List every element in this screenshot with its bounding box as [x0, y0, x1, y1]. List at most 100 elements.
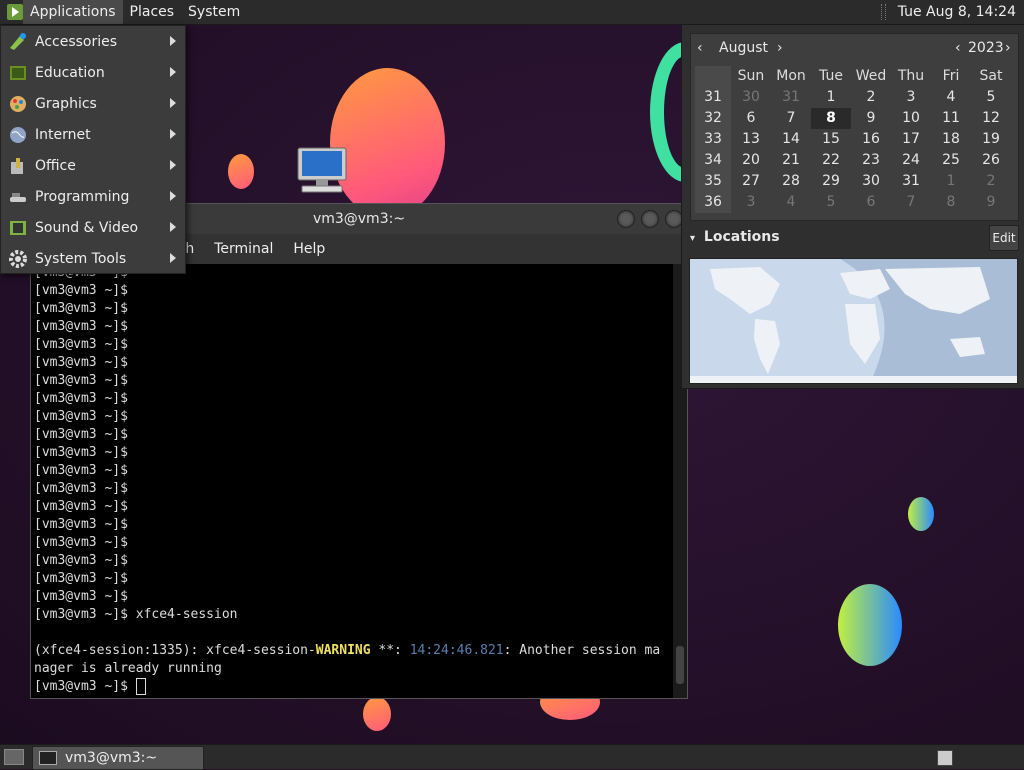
show-desktop-icon[interactable] [4, 749, 24, 765]
menu-item-label: Accessories [35, 33, 118, 50]
terminal-line: [vm3@vm3 ~]$ [34, 427, 128, 442]
calendar-day[interactable]: 1 [811, 87, 851, 108]
menu-item-programming[interactable]: Programming [1, 181, 185, 212]
calendar-day[interactable]: 13 [731, 129, 771, 150]
calendar-day[interactable]: 21 [771, 150, 811, 171]
calendar-day[interactable]: 31 [771, 87, 811, 108]
calendar-day[interactable]: 2 [971, 171, 1011, 192]
locations-label: Locations [703, 229, 780, 245]
applications-dropdown: Accessories Education Graphics Internet … [0, 25, 186, 274]
terminal-lines: [vm3@vm3 ~]$ [vm3@vm3 ~]$ [vm3@vm3 ~]$ [vm3… [34, 264, 673, 696]
calendar-day[interactable]: 5 [811, 192, 851, 213]
prev-month-icon[interactable]: ‹ [697, 40, 703, 56]
menu-item-label: Programming [35, 188, 130, 205]
menu-item-education[interactable]: Education [1, 57, 185, 88]
calendar-day[interactable]: 29 [811, 171, 851, 192]
calendar-day[interactable]: 25 [931, 150, 971, 171]
calendar-day[interactable]: 7 [771, 108, 811, 129]
calendar-day[interactable]: 15 [811, 129, 851, 150]
calendar-day[interactable]: 27 [731, 171, 771, 192]
submenu-arrow-icon [170, 129, 176, 139]
taskbar-window-label: vm3@vm3:~ [65, 750, 158, 766]
locations-header[interactable]: ▾ Locations [690, 229, 1017, 245]
minimize-button[interactable] [617, 210, 635, 228]
year-label: 2023 [968, 40, 1004, 56]
menu-help[interactable]: Help [283, 241, 335, 257]
clock[interactable]: Tue Aug 8, 14:24 [890, 4, 1024, 20]
edit-locations-button[interactable]: Edit [989, 225, 1019, 251]
system-menu[interactable]: System [181, 0, 247, 24]
text-cursor [135, 678, 146, 695]
terminal-window[interactable]: vm3@vm3:~ earch Terminal Help [vm3@vm3 ~… [30, 203, 688, 699]
menu-item-internet[interactable]: Internet [1, 119, 185, 150]
calendar-day[interactable]: 3 [891, 87, 931, 108]
taskbar-window-button[interactable]: vm3@vm3:~ [32, 746, 204, 770]
calendar-day[interactable]: 6 [731, 108, 771, 129]
menu-item-accessories[interactable]: Accessories [1, 26, 185, 57]
bottom-panel: vm3@vm3:~ [0, 744, 1024, 770]
calendar-day[interactable]: 17 [891, 129, 931, 150]
expander-arrow-icon: ▾ [690, 233, 696, 244]
menu-item-sound-video[interactable]: Sound & Video [1, 212, 185, 243]
calendar-day[interactable]: 16 [851, 129, 891, 150]
calendar-day[interactable]: 19 [971, 129, 1011, 150]
calendar-day[interactable]: 6 [851, 192, 891, 213]
scrollbar-thumb[interactable] [676, 646, 684, 684]
applications-menu[interactable]: Applications [23, 0, 123, 24]
terminal-line: [vm3@vm3 ~]$ [34, 517, 128, 532]
system-tools-icon [7, 248, 29, 270]
calendar-day[interactable]: 4 [931, 87, 971, 108]
calendar-day[interactable]: 18 [931, 129, 971, 150]
menu-item-office[interactable]: Office [1, 150, 185, 181]
calendar-day[interactable]: 14 [771, 129, 811, 150]
next-year-icon[interactable]: › [1005, 40, 1011, 56]
weekday-label: Wed [855, 68, 887, 84]
calendar-day[interactable]: 24 [891, 150, 931, 171]
calendar-day[interactable]: 9 [971, 192, 1011, 213]
calendar-day[interactable]: 8 [931, 192, 971, 213]
calendar-day[interactable]: 9 [851, 108, 891, 129]
calendar-day[interactable]: 3 [731, 192, 771, 213]
prev-year-icon[interactable]: ‹ [955, 40, 961, 56]
calendar-day[interactable]: 28 [771, 171, 811, 192]
maximize-button[interactable] [641, 210, 659, 228]
calendar-day[interactable]: 1 [931, 171, 971, 192]
menu-item-graphics[interactable]: Graphics [1, 88, 185, 119]
calendar-day[interactable]: 7 [891, 192, 931, 213]
menu-terminal[interactable]: Terminal [204, 241, 283, 257]
next-month-icon[interactable]: › [777, 40, 783, 56]
calendar-week-row: 33 13 14 15 16 17 18 19 [695, 129, 1014, 150]
programming-icon [7, 186, 29, 208]
terminal-output[interactable]: [vm3@vm3 ~]$ [vm3@vm3 ~]$ [vm3@vm3 ~]$ [vm3… [31, 264, 673, 698]
calendar-day[interactable]: 4 [771, 192, 811, 213]
calendar-day[interactable]: 12 [971, 108, 1011, 129]
calendar-day[interactable]: 20 [731, 150, 771, 171]
calendar-day[interactable]: 2 [851, 87, 891, 108]
calendar-week-row: 35 27 28 29 30 31 1 2 [695, 171, 1014, 192]
calendar-day[interactable]: 10 [891, 108, 931, 129]
menu-item-label: Education [35, 64, 105, 81]
calendar-day-today[interactable]: 8 [811, 108, 851, 129]
monitor-icon [297, 147, 347, 193]
calendar-day[interactable]: 30 [851, 171, 891, 192]
places-menu[interactable]: Places [123, 0, 182, 24]
menu-item-system-tools[interactable]: System Tools [1, 243, 185, 274]
workspace-switcher[interactable] [937, 750, 953, 766]
decor-blob [363, 697, 391, 731]
submenu-arrow-icon [170, 67, 176, 77]
calendar-day[interactable]: 11 [931, 108, 971, 129]
menu-item-label: Office [35, 157, 76, 174]
terminal-line: [vm3@vm3 ~]$ [34, 391, 128, 406]
calendar-day[interactable]: 22 [811, 150, 851, 171]
applications-icon[interactable] [7, 4, 23, 20]
calendar-day[interactable]: 23 [851, 150, 891, 171]
computer-desktop-icon[interactable] [296, 146, 348, 206]
terminal-line: [vm3@vm3 ~]$ [34, 571, 128, 586]
terminal-line: [vm3@vm3 ~]$ xfce4-session [34, 607, 238, 622]
calendar-day[interactable]: 26 [971, 150, 1011, 171]
calendar-day[interactable]: 5 [971, 87, 1011, 108]
calendar-day[interactable]: 31 [891, 171, 931, 192]
education-icon [7, 62, 29, 84]
calendar-day[interactable]: 30 [731, 87, 771, 108]
